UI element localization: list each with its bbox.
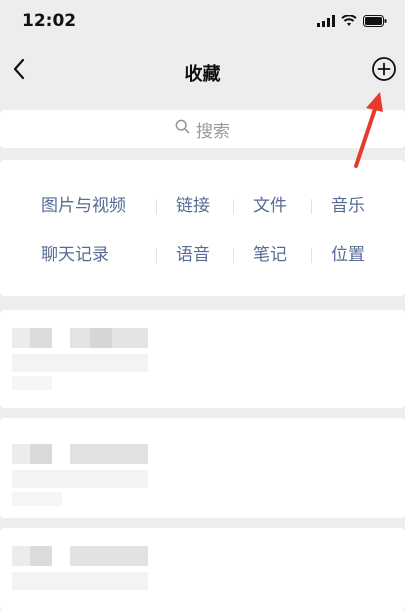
category-divider [311, 199, 312, 214]
blurred-content [12, 444, 30, 464]
blurred-content [30, 444, 52, 464]
signal-icon [317, 12, 335, 31]
search-icon [175, 119, 190, 139]
blurred-content [12, 470, 148, 488]
category-images-videos[interactable]: 图片与视频 [41, 192, 126, 220]
blurred-content [30, 328, 52, 348]
category-row: 图片与视频 链接 文件 音乐 [0, 192, 405, 220]
category-divider [311, 248, 312, 263]
blurred-content [90, 328, 112, 348]
wifi-icon [341, 12, 357, 31]
blurred-content [12, 492, 62, 506]
blurred-content [12, 546, 30, 566]
favorite-list-item[interactable] [0, 310, 405, 408]
favorite-list-item[interactable] [0, 418, 405, 518]
blurred-content [70, 546, 148, 566]
category-card: 图片与视频 链接 文件 音乐 聊天记录 语音 笔记 位置 [0, 160, 405, 296]
page-title: 收藏 [184, 64, 221, 85]
plus-circle-icon [371, 56, 397, 86]
category-music[interactable]: 音乐 [331, 192, 365, 220]
category-divider [233, 248, 234, 263]
blurred-content [12, 328, 30, 348]
category-notes[interactable]: 笔记 [253, 241, 287, 269]
status-icons [317, 12, 387, 31]
blurred-content [70, 444, 148, 464]
category-chat-history[interactable]: 聊天记录 [41, 241, 109, 269]
category-divider [156, 248, 157, 263]
annotation-arrow [340, 88, 392, 178]
status-bar: 12:02 [0, 0, 405, 44]
category-divider [233, 199, 234, 214]
battery-icon [363, 12, 387, 31]
category-links[interactable]: 链接 [176, 192, 210, 220]
blurred-content [30, 546, 52, 566]
favorite-list-item[interactable] [0, 528, 405, 611]
blurred-content [12, 572, 148, 590]
blurred-content [12, 376, 52, 390]
category-location[interactable]: 位置 [331, 241, 365, 269]
search-placeholder: 搜索 [196, 121, 230, 142]
blurred-content [12, 354, 148, 372]
category-divider [156, 199, 157, 214]
category-voice[interactable]: 语音 [176, 241, 210, 269]
add-favorite-button[interactable] [369, 56, 399, 86]
category-files[interactable]: 文件 [253, 192, 287, 220]
category-row: 聊天记录 语音 笔记 位置 [0, 241, 405, 269]
status-time: 12:02 [22, 11, 77, 31]
